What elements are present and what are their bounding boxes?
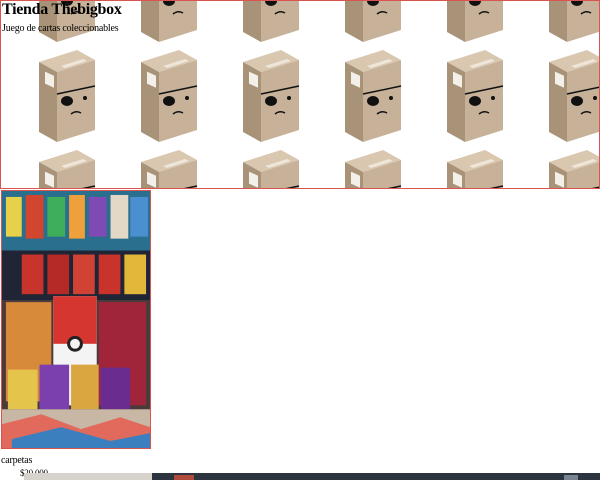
- box-pattern-tile: [220, 46, 322, 146]
- box-pattern-tile: [322, 1, 424, 46]
- cardboard-box-eyepatch-icon: [549, 1, 599, 42]
- box-pattern-tile: [526, 1, 599, 46]
- cardboard-box-eyepatch-icon: [549, 150, 599, 188]
- store-subtitle: Juego de cartas coleccionables: [2, 23, 119, 34]
- box-pattern-tile: [424, 1, 526, 46]
- box-pattern-tile: [118, 46, 220, 146]
- hero-banner: Tienda Thebigbox Juego de cartas colecci…: [0, 0, 600, 189]
- box-pattern-tile: [526, 146, 599, 188]
- cardboard-box-eyepatch-icon: [345, 1, 401, 42]
- box-pattern-tile: [118, 146, 220, 188]
- cardboard-box-eyepatch-icon: [141, 1, 197, 42]
- product-name[interactable]: carpetas: [1, 455, 32, 466]
- box-pattern-tile: [220, 1, 322, 46]
- cardboard-box-eyepatch-icon: [447, 50, 504, 142]
- box-pattern-tile: [16, 146, 118, 188]
- cardboard-box-eyepatch-icon: [549, 50, 599, 142]
- next-product-image-strip[interactable]: [24, 473, 600, 480]
- box-pattern-tile: [16, 46, 118, 146]
- box-pattern-tile: [220, 146, 322, 188]
- cardboard-box-eyepatch-icon: [141, 150, 198, 188]
- box-pattern-tile: [526, 46, 599, 146]
- box-pattern-tile: [322, 146, 424, 188]
- cardboard-box-eyepatch-icon: [39, 50, 96, 142]
- product-image[interactable]: [1, 190, 151, 449]
- store-title: Tienda Thebigbox: [2, 1, 122, 18]
- box-pattern-tile: [424, 46, 526, 146]
- cardboard-box-eyepatch-icon: [447, 150, 504, 188]
- box-pattern-tile: [118, 1, 220, 46]
- cardboard-box-eyepatch-icon: [39, 150, 96, 188]
- cardboard-box-eyepatch-icon: [141, 50, 198, 142]
- box-pattern-tile: [322, 46, 424, 146]
- binders-photo-icon: [2, 191, 150, 448]
- cardboard-box-eyepatch-icon: [345, 50, 402, 142]
- cardboard-box-eyepatch-icon: [243, 50, 300, 142]
- cardboard-box-eyepatch-icon: [447, 1, 503, 42]
- cardboard-box-eyepatch-icon: [243, 1, 299, 42]
- cardboard-box-eyepatch-icon: [345, 150, 402, 188]
- cardboard-box-eyepatch-icon: [243, 150, 300, 188]
- box-pattern-tile: [424, 146, 526, 188]
